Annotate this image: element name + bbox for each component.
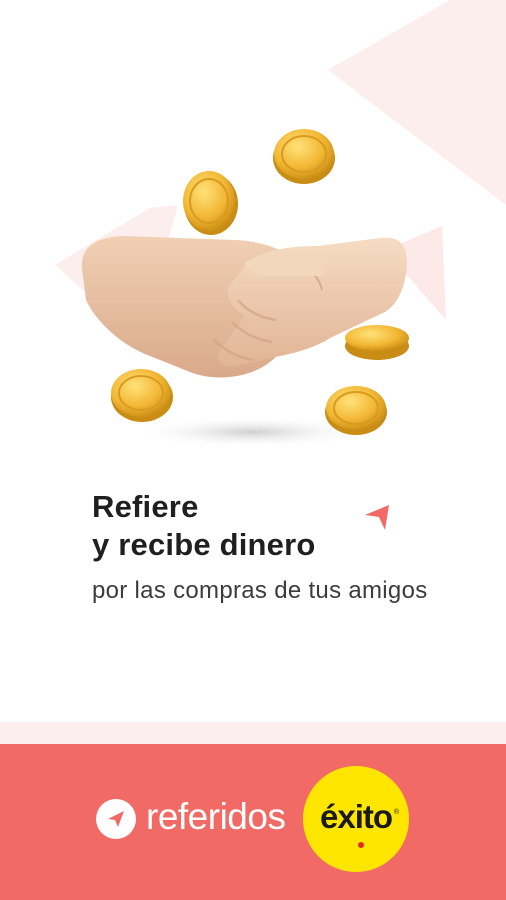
- coin-upper-left: [183, 171, 238, 235]
- exito-logo-text: éxito: [319, 798, 393, 835]
- handshake-coins-illustration: [81, 129, 409, 448]
- headline-line-1: Refiere: [92, 489, 199, 524]
- headline-line-2: y recibe dinero: [92, 527, 316, 562]
- coin-lower-left: [111, 369, 173, 422]
- paper-plane-icon: [96, 799, 136, 839]
- coin-right-edge: [345, 325, 409, 360]
- paper-plane-accent-icon: [365, 505, 389, 530]
- exito-logo-dot: [358, 842, 364, 848]
- headline: Refiere y recibe dinero: [92, 488, 316, 564]
- coin-top: [273, 129, 335, 184]
- brand-label: referidos: [146, 796, 286, 837]
- exito-logo: éxito ®: [303, 766, 409, 872]
- registered-mark: ®: [393, 809, 399, 816]
- coin-lower-right: [325, 386, 387, 435]
- divider-band: [0, 722, 506, 744]
- subtext: por las compras de tus amigos: [92, 577, 428, 604]
